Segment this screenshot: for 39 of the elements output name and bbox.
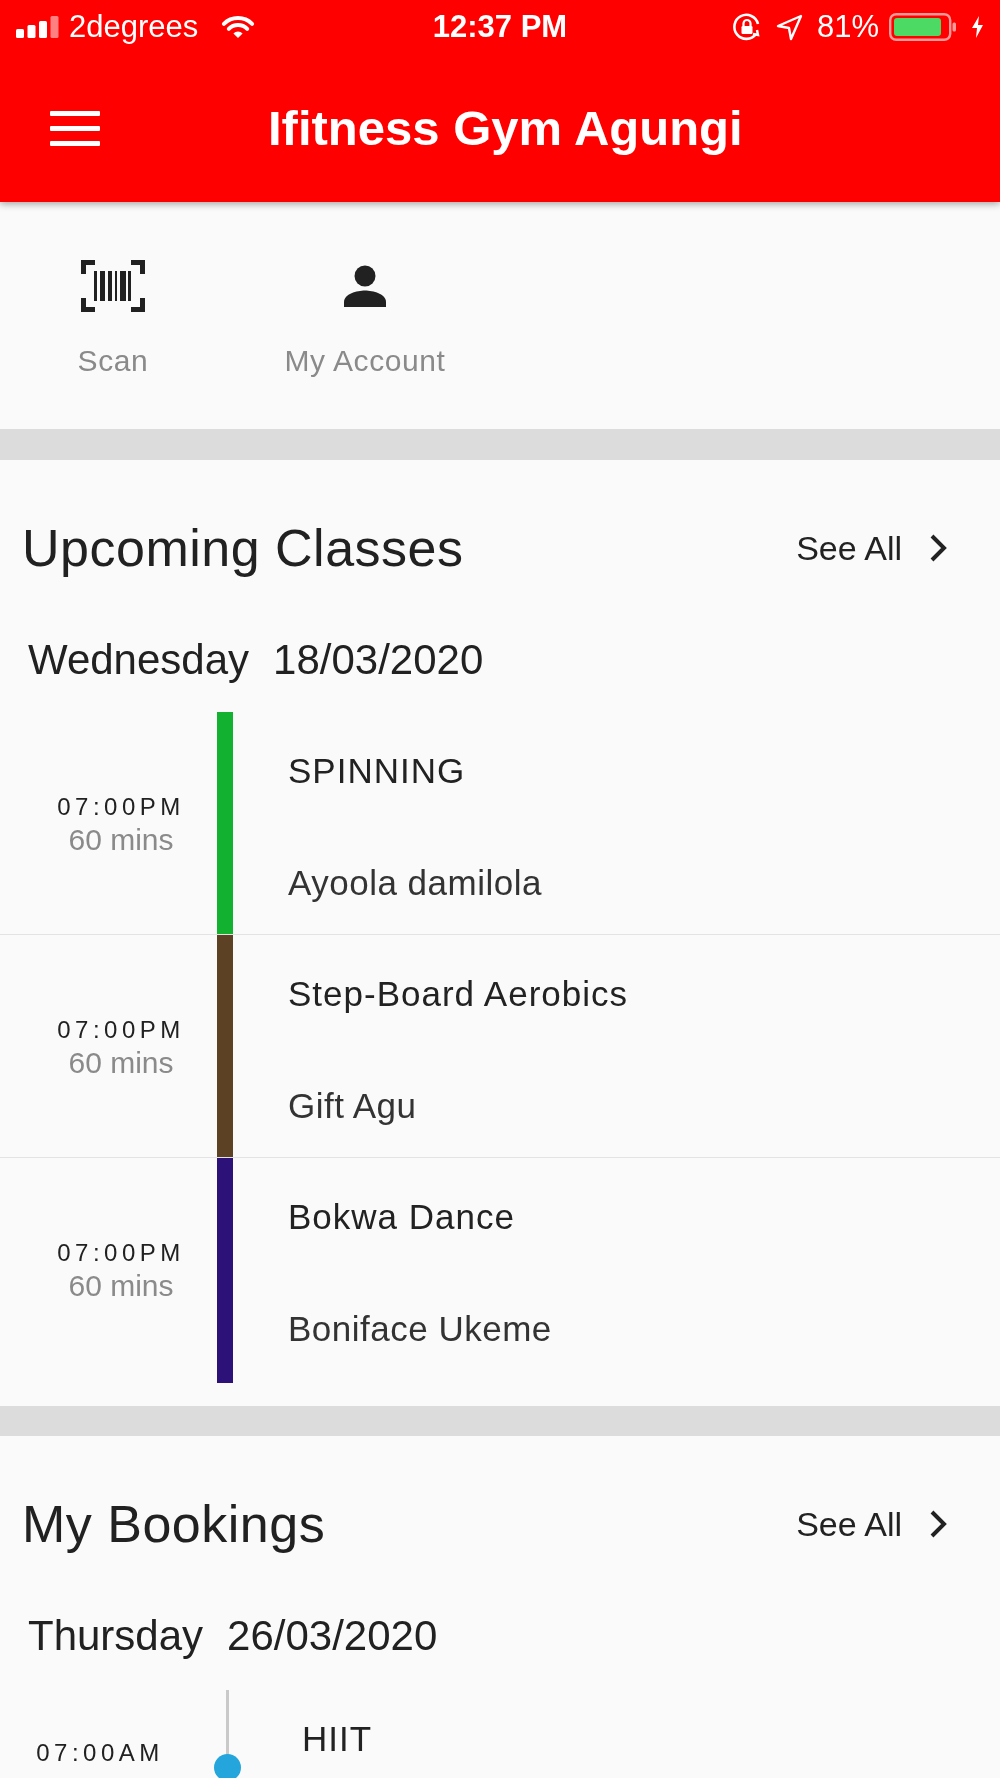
date-label: 26/03/2020 xyxy=(227,1612,438,1660)
class-name: HIIT xyxy=(302,1718,373,1760)
day-label: Wednesday xyxy=(28,636,250,684)
status-time: 12:37 PM xyxy=(432,9,568,45)
timeline-dot-icon xyxy=(213,1754,241,1778)
barcode-icon xyxy=(81,260,145,312)
battery-icon xyxy=(889,13,957,41)
day-label: Thursday xyxy=(28,1612,204,1660)
instructor-name: Boniface Ukeme xyxy=(288,1308,552,1350)
signal-icon xyxy=(16,16,59,38)
app-title: Ifitness Gym Agungi xyxy=(268,100,743,157)
menu-icon[interactable] xyxy=(50,110,100,146)
date-label: 18/03/2020 xyxy=(273,636,484,684)
instructor-name: Ayoola damilola xyxy=(288,862,542,904)
see-all-link[interactable]: See All xyxy=(796,1504,947,1544)
class-time: 07:00PM xyxy=(57,1238,185,1268)
booking-time: 07:00AM xyxy=(36,1738,164,1768)
battery-percent: 81% xyxy=(816,9,879,45)
section-title: Upcoming Classes xyxy=(22,518,464,579)
location-arrow-icon xyxy=(775,13,803,41)
class-time: 07:00PM xyxy=(57,1015,185,1045)
class-duration: 60 mins xyxy=(68,1046,174,1080)
class-time: 07:00PM xyxy=(57,792,185,822)
rotation-lock-icon xyxy=(731,12,762,42)
carrier-name: 2degrees xyxy=(69,9,199,45)
chevron-right-icon xyxy=(929,533,947,563)
class-duration: 60 mins xyxy=(68,1269,174,1303)
person-icon xyxy=(343,265,387,307)
see-all-link[interactable]: See All xyxy=(796,528,947,568)
class-name: SPINNING xyxy=(288,750,466,792)
timeline-line xyxy=(225,1690,229,1755)
chevron-right-icon xyxy=(929,1509,947,1539)
charging-bolt-icon xyxy=(971,16,984,38)
wifi-icon xyxy=(220,14,257,40)
class-name: Step-Board Aerobics xyxy=(288,973,628,1015)
instructor-name: Gift Agu xyxy=(288,1085,417,1127)
class-duration: 60 mins xyxy=(68,823,174,857)
section-title: My Bookings xyxy=(22,1494,326,1555)
class-name: Bokwa Dance xyxy=(288,1196,515,1238)
